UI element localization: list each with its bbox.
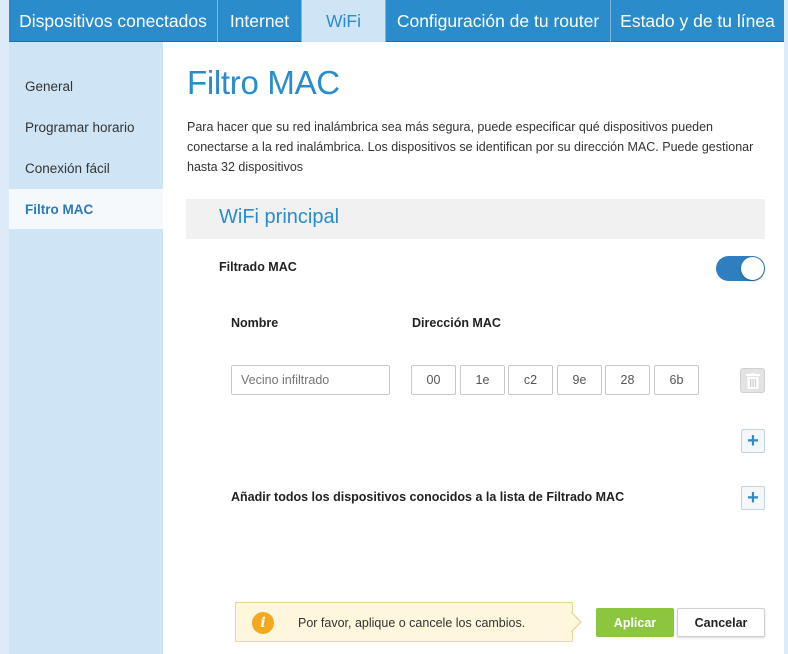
- mac-octet-4[interactable]: [557, 365, 602, 395]
- mac-octet-2[interactable]: [460, 365, 505, 395]
- notice-text: Por favor, aplique o cancele los cambios…: [298, 616, 526, 630]
- add-all-devices-button[interactable]: +: [741, 486, 765, 510]
- mac-filter-label: Filtrado MAC: [219, 260, 297, 274]
- device-name-input[interactable]: [231, 365, 390, 395]
- sidebar-item-programar-horario[interactable]: Programar horario: [9, 107, 163, 147]
- sidebar: General Programar horario Conexión fácil…: [9, 42, 163, 654]
- section-header: WiFi principal: [186, 199, 765, 239]
- tab-dispositivos-conectados[interactable]: Dispositivos conectados: [9, 0, 218, 42]
- main-content: Filtro MAC Para hacer que su red inalámb…: [163, 42, 784, 654]
- mac-octet-1[interactable]: [411, 365, 456, 395]
- top-navigation: Dispositivos conectados Internet WiFi Co…: [9, 0, 784, 42]
- add-device-button[interactable]: +: [741, 429, 765, 453]
- sidebar-item-general[interactable]: General: [9, 66, 163, 106]
- apply-button[interactable]: Aplicar: [596, 608, 674, 637]
- toggle-knob: [741, 257, 764, 280]
- column-header-mac: Dirección MAC: [412, 316, 501, 330]
- section-title: WiFi principal: [219, 206, 340, 228]
- add-all-devices-label: Añadir todos los dispositivos conocidos …: [231, 490, 625, 504]
- page-title: Filtro MAC: [187, 64, 340, 101]
- pending-changes-notice: i Por favor, aplique o cancele los cambi…: [235, 602, 573, 642]
- cancel-button[interactable]: Cancelar: [677, 608, 765, 637]
- trash-icon: [746, 373, 760, 389]
- info-icon: i: [252, 612, 274, 634]
- mac-octet-3[interactable]: [508, 365, 553, 395]
- notice-pointer-fill: [570, 612, 580, 632]
- tab-wifi[interactable]: WiFi: [302, 0, 386, 42]
- plus-icon: +: [747, 487, 759, 509]
- tab-configuracion-router[interactable]: Configuración de tu router: [386, 0, 611, 42]
- mac-octet-5[interactable]: [605, 365, 650, 395]
- sidebar-item-filtro-mac[interactable]: Filtro MAC: [9, 189, 163, 229]
- page-description: Para hacer que su red inalámbrica sea má…: [187, 120, 754, 174]
- sidebar-item-conexion-facil[interactable]: Conexión fácil: [9, 148, 163, 188]
- plus-icon: +: [747, 430, 759, 452]
- column-header-name: Nombre: [231, 316, 279, 330]
- tab-internet[interactable]: Internet: [218, 0, 302, 42]
- mac-octet-6[interactable]: [654, 365, 699, 395]
- tab-estado-linea[interactable]: Estado y de tu línea: [611, 0, 784, 42]
- mac-filter-toggle[interactable]: [716, 256, 765, 281]
- router-admin-page: Dispositivos conectados Internet WiFi Co…: [0, 0, 788, 654]
- delete-row-button[interactable]: [740, 368, 765, 393]
